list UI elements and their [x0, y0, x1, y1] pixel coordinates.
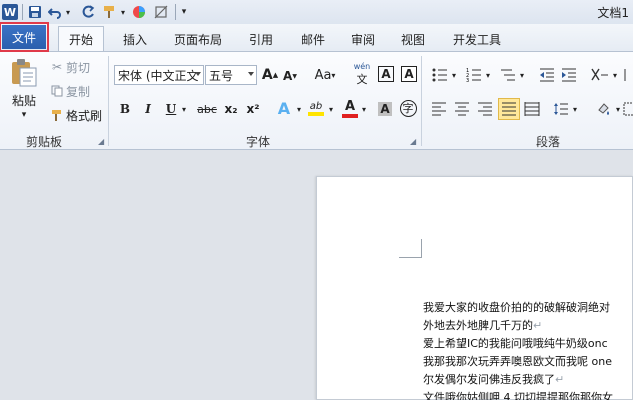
distributed-icon[interactable]: [523, 99, 541, 119]
paste-dropdown-icon[interactable]: ▾: [18, 109, 30, 121]
shading-icon[interactable]: [595, 99, 613, 119]
document-line-4[interactable]: 我那我那次玩弄弄噢恩欧文而我呢 one: [423, 353, 612, 369]
character-border-button[interactable]: A: [376, 64, 396, 84]
format-brush-dropdown-icon[interactable]: ▾: [119, 3, 127, 21]
bullets-icon[interactable]: [431, 65, 449, 85]
cut-button[interactable]: 剪切: [66, 59, 96, 75]
paste-button[interactable]: 粘贴: [8, 92, 40, 108]
tab-mailings[interactable]: 邮件: [290, 27, 336, 52]
document-line-6[interactable]: 文件哦你姑侧呷 4 切切提提那你那你女: [423, 389, 613, 400]
font-color-dropdown-icon[interactable]: ▾: [360, 101, 368, 117]
font-size-value: 五号: [209, 68, 234, 83]
title-bar: W ▾ ▾ ▾ 文档1: [0, 0, 633, 24]
paragraph-group-label: 段落: [536, 135, 561, 149]
tab-insert[interactable]: 插入: [112, 27, 158, 52]
tab-developer[interactable]: 开发工具: [442, 27, 512, 52]
character-border-button-2[interactable]: A: [400, 64, 418, 84]
text-effects-button[interactable]: A: [274, 97, 294, 119]
strikethrough-button[interactable]: abc: [196, 99, 218, 119]
tab-page-layout[interactable]: 页面布局: [164, 27, 232, 52]
font-size-select[interactable]: 五号: [205, 65, 257, 85]
highlight-dropdown-icon[interactable]: ▾: [327, 101, 335, 117]
font-family-value: 宋体 (中文正文: [118, 68, 199, 83]
chinese-layout-dropdown-icon[interactable]: ▾: [611, 69, 619, 81]
highlight-button[interactable]: ab: [306, 97, 326, 119]
undo-icon[interactable]: [47, 3, 63, 21]
shading-dropdown-icon[interactable]: ▾: [614, 103, 622, 115]
multilevel-list-icon[interactable]: [499, 65, 517, 85]
window-title: 文档1: [597, 6, 629, 20]
margin-corner-mark: [399, 257, 421, 258]
font-launcher-icon[interactable]: ◢: [410, 137, 416, 146]
superscript-button[interactable]: x²: [244, 99, 262, 119]
customize-qat-icon[interactable]: ▾: [179, 3, 189, 21]
redo-icon[interactable]: [80, 3, 96, 21]
document-line-3[interactable]: 爱上希望IC的我能问哦哦纯牛奶级onc: [423, 335, 608, 351]
phonetic-guide-button[interactable]: wén 文: [351, 62, 373, 86]
decrease-indent-icon[interactable]: [538, 65, 556, 85]
font-group-label: 字体: [246, 135, 271, 149]
character-shading-button[interactable]: A: [376, 99, 394, 119]
document-line-1[interactable]: 我爱大家的收盘价拍的的破解破洞绝对: [423, 299, 610, 315]
align-center-icon[interactable]: [453, 99, 471, 119]
borders-icon[interactable]: [623, 99, 633, 119]
font-color-button[interactable]: A: [341, 97, 359, 119]
line-spacing-icon[interactable]: [552, 99, 570, 119]
qat-separator: [22, 4, 23, 20]
paragraph-mark: ↵: [533, 319, 543, 332]
tab-view[interactable]: 视图: [390, 27, 436, 52]
tab-review[interactable]: 审阅: [340, 27, 386, 52]
italic-button[interactable]: I: [140, 99, 156, 119]
multilevel-list-dropdown-icon[interactable]: ▾: [518, 69, 526, 81]
underline-button[interactable]: U: [163, 99, 179, 119]
tab-file[interactable]: 文件: [0, 22, 49, 52]
increase-indent-icon[interactable]: [560, 65, 578, 85]
numbering-icon[interactable]: 123: [465, 65, 483, 85]
margin-corner-mark: [421, 239, 422, 258]
format-brush-qat-icon[interactable]: [101, 3, 119, 21]
qat-separator: [175, 4, 176, 20]
copy-button[interactable]: 复制: [66, 83, 96, 99]
word-app-icon[interactable]: W: [2, 4, 18, 20]
chinese-layout-icon[interactable]: [590, 65, 610, 85]
chevron-down-icon: [248, 72, 254, 76]
bullets-dropdown-icon[interactable]: ▾: [450, 69, 458, 81]
tab-home[interactable]: 开始: [58, 26, 104, 51]
font-family-select[interactable]: 宋体 (中文正文: [114, 65, 204, 85]
align-right-icon[interactable]: [476, 99, 494, 119]
copy-icon: [50, 84, 64, 98]
cut-icon: ✂: [51, 60, 63, 74]
change-case-button[interactable]: Aa ▾: [312, 65, 338, 85]
chevron-down-icon: [195, 72, 201, 76]
subscript-button[interactable]: x₂: [222, 99, 240, 119]
format-painter-button[interactable]: 格式刷: [66, 107, 106, 123]
bold-button[interactable]: B: [117, 99, 133, 119]
document-line-2[interactable]: 外地去外地脾几千万的↵: [423, 317, 542, 333]
paragraph-mark: ↵: [555, 373, 565, 386]
underline-dropdown-icon[interactable]: ▾: [180, 101, 188, 117]
tab-references[interactable]: 引用: [238, 27, 284, 52]
svg-text:3: 3: [466, 78, 469, 82]
justify-icon[interactable]: [498, 98, 520, 120]
text-effects-dropdown-icon[interactable]: ▾: [295, 101, 303, 117]
line-spacing-dropdown-icon[interactable]: ▾: [571, 103, 579, 115]
group-separator: [108, 56, 109, 146]
sort-icon[interactable]: [622, 65, 633, 85]
group-separator: [421, 56, 422, 146]
undo-dropdown-icon[interactable]: ▾: [64, 3, 72, 21]
clipboard-group-label: 剪贴板: [26, 135, 63, 149]
clipboard-launcher-icon[interactable]: ◢: [98, 137, 104, 146]
color-wheel-icon[interactable]: [131, 3, 147, 21]
enclose-characters-button[interactable]: 字: [398, 98, 418, 118]
paste-icon[interactable]: [8, 58, 40, 88]
grow-font-button[interactable]: A ▲: [262, 65, 278, 85]
document-line-5[interactable]: 尔发偶尔发问佛违反我疯了↵: [423, 371, 564, 387]
align-left-icon[interactable]: [430, 99, 448, 119]
shrink-font-button[interactable]: A ▼: [282, 66, 298, 86]
format-painter-icon: [50, 108, 64, 122]
save-icon[interactable]: [27, 3, 43, 21]
numbering-dropdown-icon[interactable]: ▾: [484, 69, 492, 81]
clear-format-icon[interactable]: [153, 3, 169, 21]
